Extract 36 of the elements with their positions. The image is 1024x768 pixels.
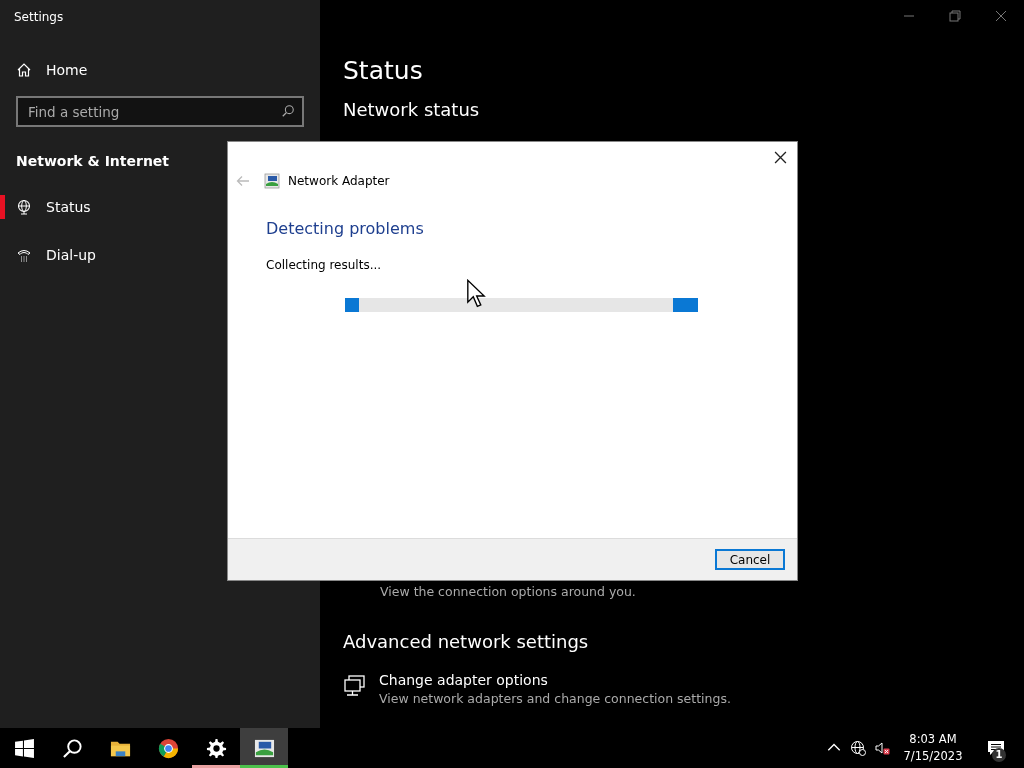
- restore-icon: [949, 10, 961, 22]
- option-description: View the connection options around you.: [380, 584, 637, 599]
- option-link[interactable]: Change adapter options: [379, 672, 731, 688]
- globe-icon: [16, 199, 32, 215]
- windows-icon: [13, 737, 35, 759]
- search-icon: [61, 737, 83, 759]
- home-icon: [16, 62, 32, 78]
- search-icon: [281, 104, 295, 118]
- adapter-icon: [253, 737, 275, 759]
- notification-count: 1: [992, 748, 1006, 762]
- dialog-heading: Detecting problems: [266, 219, 425, 238]
- cancel-button[interactable]: Cancel: [715, 549, 785, 570]
- clock[interactable]: 8:03 AM 7/15/2023: [898, 731, 968, 765]
- search-field[interactable]: Find a setting: [16, 96, 304, 127]
- home-link[interactable]: Home: [16, 62, 304, 78]
- close-icon: [773, 150, 787, 164]
- close-icon: [995, 10, 1007, 22]
- status-text: Collecting results...: [266, 258, 383, 272]
- window-title: Settings: [14, 10, 65, 24]
- section-heading: Advanced network settings: [343, 631, 590, 652]
- monitors-icon: [343, 674, 367, 698]
- dialog-title: Network Adapter: [288, 174, 390, 188]
- browser-icon: [157, 737, 179, 759]
- section-heading: Network & Internet: [16, 153, 171, 169]
- mouse-pointer-icon: [466, 279, 486, 309]
- muted-speaker-icon[interactable]: [874, 740, 890, 756]
- adapter-icon: [264, 173, 280, 189]
- globe-icon[interactable]: [850, 740, 866, 756]
- phone-icon: [16, 247, 32, 263]
- section-heading: Network status: [343, 99, 481, 120]
- page-title: Status: [343, 56, 424, 85]
- time-text: 8:03 AM: [909, 731, 957, 748]
- gear-icon: [205, 737, 227, 759]
- adapter-taskbar-button[interactable]: [240, 728, 288, 768]
- date-text: 7/15/2023: [903, 748, 963, 765]
- option-description: View network adapters and change connection settings.: [379, 691, 731, 706]
